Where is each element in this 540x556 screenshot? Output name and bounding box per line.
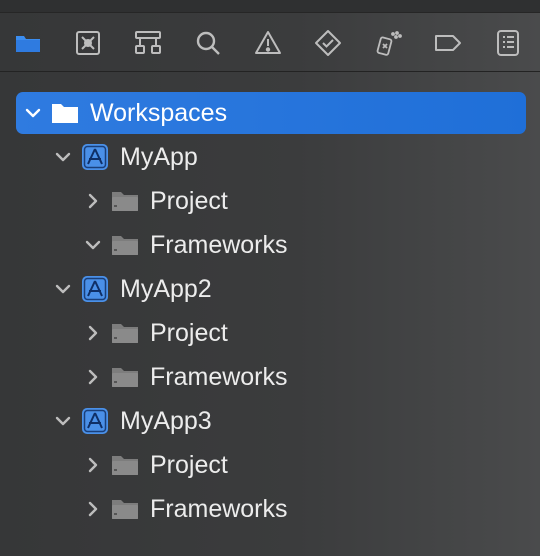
tree-row-workspaces[interactable]: Workspaces xyxy=(16,92,526,134)
chevron-down-icon[interactable] xyxy=(52,278,74,300)
tree-row-label: Frameworks xyxy=(150,362,288,391)
tree-row-label: MyApp xyxy=(120,142,198,171)
chevron-right-icon[interactable] xyxy=(82,454,104,476)
tree-row-app[interactable]: MyApp xyxy=(16,136,540,178)
tree-row-folder[interactable]: Project xyxy=(16,444,540,486)
tree-row-folder[interactable]: Frameworks xyxy=(16,224,540,266)
tree-row-label: MyApp2 xyxy=(120,274,212,303)
window-top-edge xyxy=(0,0,540,13)
chevron-down-icon[interactable] xyxy=(52,410,74,432)
tree-row-label: Project xyxy=(150,318,228,347)
tree-row-label: Workspaces xyxy=(90,98,228,127)
navigator-toolbar xyxy=(0,13,540,72)
chevron-right-icon[interactable] xyxy=(82,322,104,344)
tree-row-label: Frameworks xyxy=(150,230,288,259)
report-icon[interactable] xyxy=(493,28,523,58)
tree-row-app[interactable]: MyApp3 xyxy=(16,400,540,442)
search-icon[interactable] xyxy=(193,28,223,58)
folder-icon xyxy=(110,450,140,480)
folder-icon xyxy=(110,362,140,392)
issues-icon[interactable] xyxy=(253,28,283,58)
chevron-down-icon[interactable] xyxy=(52,146,74,168)
debug-icon[interactable] xyxy=(373,28,403,58)
chevron-right-icon[interactable] xyxy=(82,366,104,388)
tree-row-label: Project xyxy=(150,450,228,479)
app-target-icon xyxy=(80,142,110,172)
folder-icon xyxy=(110,186,140,216)
chevron-right-icon[interactable] xyxy=(82,498,104,520)
tests-icon[interactable] xyxy=(313,28,343,58)
tree-row-app[interactable]: MyApp2 xyxy=(16,268,540,310)
folder-icon xyxy=(110,230,140,260)
project-outline: Workspaces MyApp Project Frameworks MyAp… xyxy=(0,72,540,556)
project-navigator-icon[interactable] xyxy=(13,28,43,58)
folder-icon xyxy=(50,98,80,128)
source-control-icon[interactable] xyxy=(73,28,103,58)
tree-row-folder[interactable]: Frameworks xyxy=(16,488,540,530)
tree-row-folder[interactable]: Frameworks xyxy=(16,356,540,398)
tree-row-folder[interactable]: Project xyxy=(16,312,540,354)
chevron-down-icon[interactable] xyxy=(82,234,104,256)
tree-row-label: Frameworks xyxy=(150,494,288,523)
app-target-icon xyxy=(80,274,110,304)
tree-row-label: MyApp3 xyxy=(120,406,212,435)
app-target-icon xyxy=(80,406,110,436)
chevron-right-icon[interactable] xyxy=(82,190,104,212)
folder-icon xyxy=(110,318,140,348)
tree-row-label: Project xyxy=(150,186,228,215)
chevron-down-icon[interactable] xyxy=(22,102,44,124)
folder-icon xyxy=(110,494,140,524)
symbol-navigator-icon[interactable] xyxy=(133,28,163,58)
breakpoint-icon[interactable] xyxy=(433,28,463,58)
tree-row-folder[interactable]: Project xyxy=(16,180,540,222)
